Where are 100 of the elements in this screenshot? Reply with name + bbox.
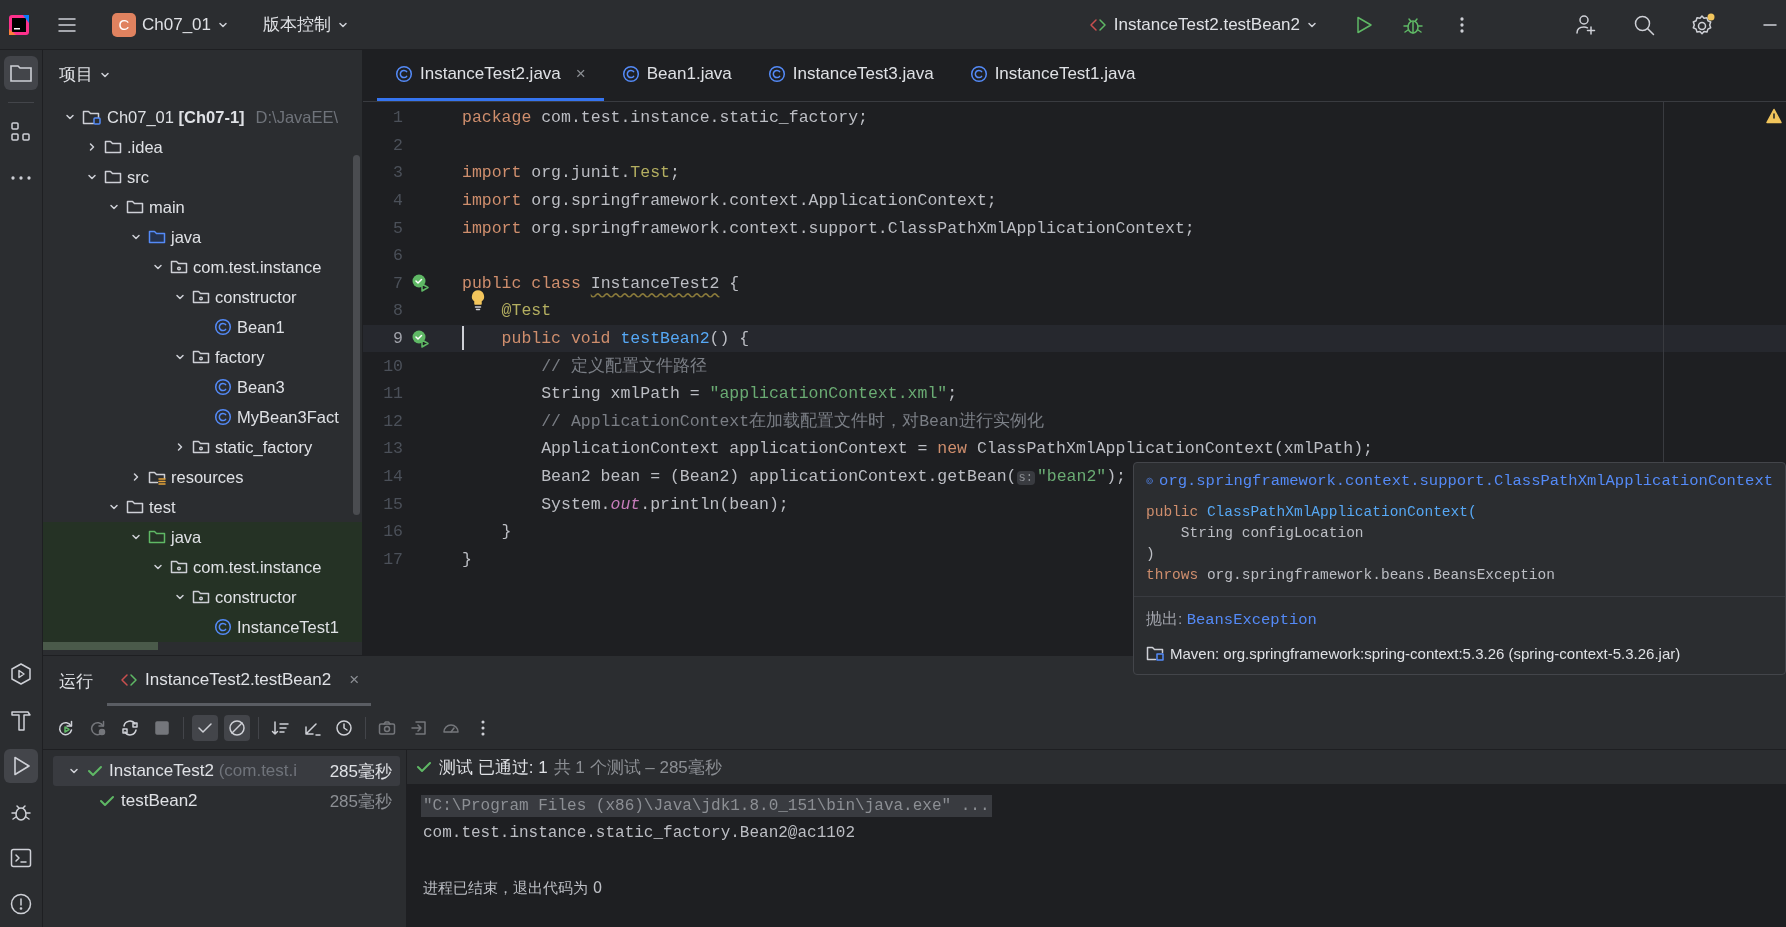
panel-title: 运行 <box>59 670 93 693</box>
code-line: ApplicationContext applicationContext = new ClassPathXmlApplicationContext(xmlPath); <box>540 439 1373 459</box>
library-text: Maven: org.springframework:spring-context:5.3.26 (spring-context-5.3.26.jar) <box>1170 644 1681 662</box>
tree-row[interactable]: java <box>43 522 362 552</box>
tree-item-label: com.test.instance <box>193 257 322 277</box>
add-user-icon[interactable] <box>1574 12 1598 37</box>
tree-item-label: InstanceTest1 <box>237 617 339 637</box>
doc-link[interactable]: org.springframework.context.support.ClassPathXmlApplicationContext <box>1159 472 1773 490</box>
tree-item-label: src <box>127 167 149 187</box>
tree-row[interactable]: Bean1 <box>43 312 362 342</box>
package-icon <box>170 259 188 275</box>
exception-link[interactable]: BeansException <box>1186 611 1317 629</box>
code-line: // ApplicationContext在加载配置文件时，对Bean进行实例化 <box>540 411 1044 433</box>
package-icon <box>192 589 210 605</box>
editor-tab[interactable]: InstanceTest2.java × <box>377 50 604 101</box>
code-line: import org.junit.Test; <box>462 163 680 183</box>
test-duration: 285毫秒 <box>329 790 393 813</box>
tree-row[interactable]: .idea <box>43 132 362 162</box>
code-line: System.out.println(bean); <box>540 494 789 514</box>
close-tab-button[interactable]: × <box>575 64 586 84</box>
package-icon <box>192 289 210 305</box>
run-tool-icon[interactable] <box>4 749 38 783</box>
scrollbar[interactable] <box>353 155 360 515</box>
tree-row[interactable]: com.test.instance <box>43 552 362 582</box>
code-line: import org.springframework.context.ApplicationContext; <box>462 191 997 211</box>
tree-row[interactable]: resources <box>43 462 362 492</box>
tree-row[interactable]: constructor <box>43 582 362 612</box>
console-command: "C:\Program Files (x86)\Java\jdk1.8.0_151\bin\java.exe" ... <box>421 794 992 817</box>
vcs-menu[interactable]: 版本控制 <box>255 7 357 42</box>
code-line: String xmlPath = "applicationContext.xml"; <box>540 384 958 404</box>
package-icon <box>192 349 210 365</box>
code-line: import org.springframework.context.support.ClassPathXmlApplicationContext; <box>462 218 1195 238</box>
code-line: } <box>462 549 472 569</box>
code-line: package com.test.instance.static_factory; <box>462 108 868 128</box>
tree-item-label: Bean3 <box>237 377 285 397</box>
tree-item-label: constructor <box>215 587 297 607</box>
code-line: public class InstanceTest2 { <box>462 273 740 293</box>
test-name: InstanceTest2 (com.test.i <box>109 761 299 781</box>
tree-item-label: constructor <box>215 287 297 307</box>
module-folder-icon <box>82 108 102 126</box>
tree-row[interactable]: constructor <box>43 282 362 312</box>
tree-row[interactable]: Ch07_01 [Ch07-1] D:\JavaEE\ <box>43 102 362 132</box>
tree-item-label: .idea <box>127 137 163 157</box>
tree-row[interactable]: src <box>43 162 362 192</box>
run-tab[interactable]: InstanceTest2.testBean2 × <box>107 656 372 706</box>
tree-item-label: static_factory <box>215 437 313 457</box>
folder-icon <box>126 199 144 215</box>
project-tool-icon[interactable] <box>4 56 38 90</box>
test-summary: 共 1 个测试 – 285毫秒 <box>553 756 722 779</box>
code-line: public void testBean2() { <box>462 329 750 349</box>
console-output: com.test.instance.static_factory.Bean2@ac1102 <box>422 823 857 845</box>
line-number: 9 <box>392 329 403 349</box>
editor-tab[interactable]: InstanceTest1.java <box>951 50 1154 101</box>
code-line: @Test <box>462 301 552 321</box>
test-duration: 285毫秒 <box>329 760 393 783</box>
run-test-icon[interactable] <box>411 273 431 294</box>
warning-icon[interactable] <box>1766 108 1782 124</box>
test-name: testBean2 <box>121 791 199 811</box>
code-line: // 定义配置文件路径 <box>540 355 707 378</box>
close-tab-button[interactable]: × <box>349 669 360 690</box>
folder-icon <box>104 169 122 185</box>
run-test-icon[interactable] <box>411 328 431 349</box>
tree-row[interactable]: MyBean3Fact <box>43 402 362 432</box>
tree-item-label: main <box>149 197 185 217</box>
tree-row[interactable]: main <box>43 192 362 222</box>
test-tree-row[interactable]: testBean2 285毫秒 <box>43 786 400 816</box>
tree-row[interactable]: java <box>43 222 362 252</box>
module-path: D:\JavaEE\ <box>255 107 339 127</box>
tree-item-label: Ch07_01 [Ch07-1] <box>107 107 245 127</box>
tree-row[interactable]: com.test.instance <box>43 252 362 282</box>
tree-item-label: test <box>149 497 176 517</box>
package-icon <box>192 439 210 455</box>
panel-title[interactable]: 项目 <box>59 64 93 86</box>
editor-tab[interactable]: Bean1.java <box>603 50 750 101</box>
tree-row[interactable]: Bean3 <box>43 372 362 402</box>
tree-row[interactable]: factory <box>43 342 362 372</box>
source-folder-icon <box>148 229 166 245</box>
package-icon <box>170 559 188 575</box>
tree-item-label: MyBean3Fact <box>237 407 339 427</box>
passed-filter-icon[interactable] <box>192 714 218 741</box>
tree-item-label: java <box>171 227 202 247</box>
test-folder-icon <box>148 529 166 545</box>
code-line: Bean2 bean = (Bean2) applicationContext.getBean(s: "bean2"); <box>540 467 1127 486</box>
app-logo[interactable] <box>8 13 30 36</box>
tree-item-label: factory <box>215 347 265 367</box>
tree-row[interactable]: InstanceTest1 <box>43 612 362 642</box>
editor-tab[interactable]: InstanceTest3.java <box>749 50 952 101</box>
run-configuration-selector[interactable]: InstanceTest2.testBean2 <box>1079 8 1326 41</box>
tree-row[interactable]: static_factory <box>43 432 362 462</box>
scrollbar[interactable] <box>43 642 158 650</box>
tree-item-label: resources <box>171 467 244 487</box>
project-switcher[interactable]: C Ch07_01 <box>104 6 237 43</box>
tree-row[interactable]: test <box>43 492 362 522</box>
test-tree-row[interactable]: InstanceTest2 (com.test.i 285毫秒 <box>53 756 400 786</box>
bulb-icon[interactable] <box>470 289 486 312</box>
code-line: } <box>500 522 512 542</box>
library-folder-icon <box>1146 644 1164 662</box>
tree-item-label: java <box>171 527 202 547</box>
ignored-filter-icon[interactable] <box>224 714 250 741</box>
signature-line: throws org.springframework.beans.BeansException <box>1146 566 1556 585</box>
